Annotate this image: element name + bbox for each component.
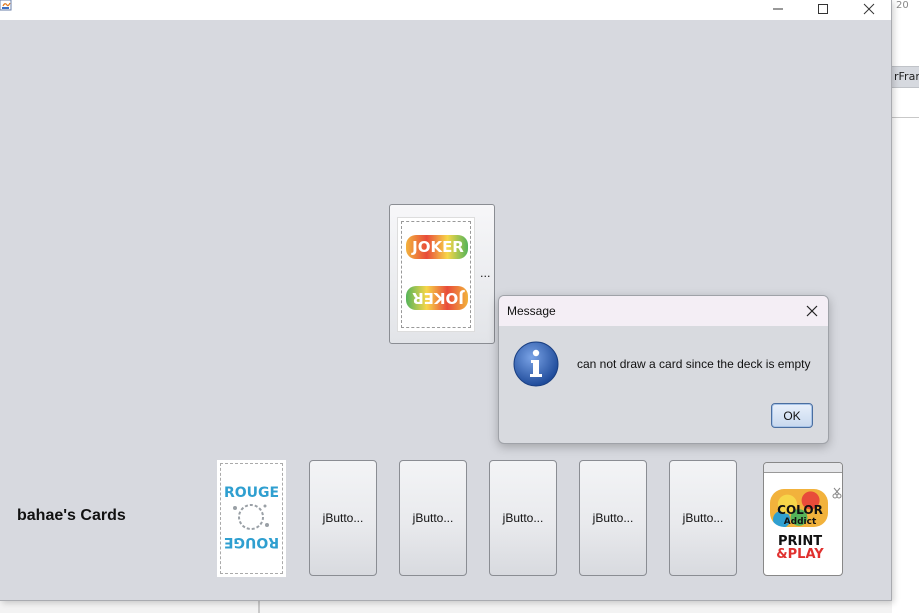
joker-text-top: JOKER xyxy=(412,238,464,256)
scissors-icon xyxy=(832,487,842,499)
joker-card-image: JOKER JOKER xyxy=(397,217,475,332)
joker-text-bottom: JOKER xyxy=(412,289,464,307)
java-app-icon xyxy=(0,0,12,11)
ide-right-panel xyxy=(892,0,919,613)
info-icon xyxy=(513,341,559,387)
close-icon xyxy=(863,3,875,15)
deck-button[interactable]: JOKER JOKER ... xyxy=(389,204,495,344)
ide-bottom-strip xyxy=(0,600,892,613)
ok-button-label: OK xyxy=(783,408,801,423)
rouge-card[interactable]: ROUGE ROUGE xyxy=(217,460,286,577)
close-icon xyxy=(806,305,818,317)
color-addict-card[interactable]: COLOR Addict PRINT &PLAY xyxy=(763,462,843,576)
hand-card-label: jButto... xyxy=(592,511,634,525)
ide-divider xyxy=(892,117,919,118)
hand-card-button-3[interactable]: jButto... xyxy=(489,460,557,576)
minimize-button[interactable] xyxy=(756,0,800,18)
addict-text: Addict xyxy=(783,517,817,527)
dialog-title-bar[interactable]: Message xyxy=(499,296,828,326)
dialog-title: Message xyxy=(507,304,556,318)
dialog-message: can not draw a card since the deck is em… xyxy=(577,357,811,371)
splash-art-icon xyxy=(233,504,269,530)
deck-button-label: ... xyxy=(480,267,491,280)
play-text: &PLAY xyxy=(776,547,824,562)
maximize-icon xyxy=(818,4,828,14)
hand-card-label: jButto... xyxy=(412,511,454,525)
hand-card-label: jButto... xyxy=(502,511,544,525)
ide-splitter[interactable] xyxy=(258,600,260,613)
rouge-text-bottom: ROUGE xyxy=(223,534,280,550)
maximize-button[interactable] xyxy=(801,0,845,18)
ok-button[interactable]: OK xyxy=(771,403,813,428)
hand-card-label: jButto... xyxy=(682,511,724,525)
hand-card-button-4[interactable]: jButto... xyxy=(579,460,647,576)
player-cards-label: bahae's Cards xyxy=(17,507,126,524)
hand-card-label: jButto... xyxy=(322,511,364,525)
window-close-button[interactable] xyxy=(847,0,891,18)
ide-line-number: 20 xyxy=(896,0,909,11)
ide-editor-tab[interactable]: rFram xyxy=(892,66,919,88)
color-text: COLOR xyxy=(777,503,823,517)
hand-card-button-1[interactable]: jButto... xyxy=(309,460,377,576)
window-title-bar[interactable] xyxy=(0,0,891,20)
dialog-close-button[interactable] xyxy=(800,299,824,323)
message-dialog: Message can not draw a card since the de… xyxy=(498,295,829,444)
hand-card-button-5[interactable]: jButto... xyxy=(669,460,737,576)
minimize-icon xyxy=(773,8,783,10)
hand-card-button-2[interactable]: jButto... xyxy=(399,460,467,576)
ide-editor-tab-label: rFram xyxy=(894,70,919,83)
card-top-strip xyxy=(764,463,842,473)
